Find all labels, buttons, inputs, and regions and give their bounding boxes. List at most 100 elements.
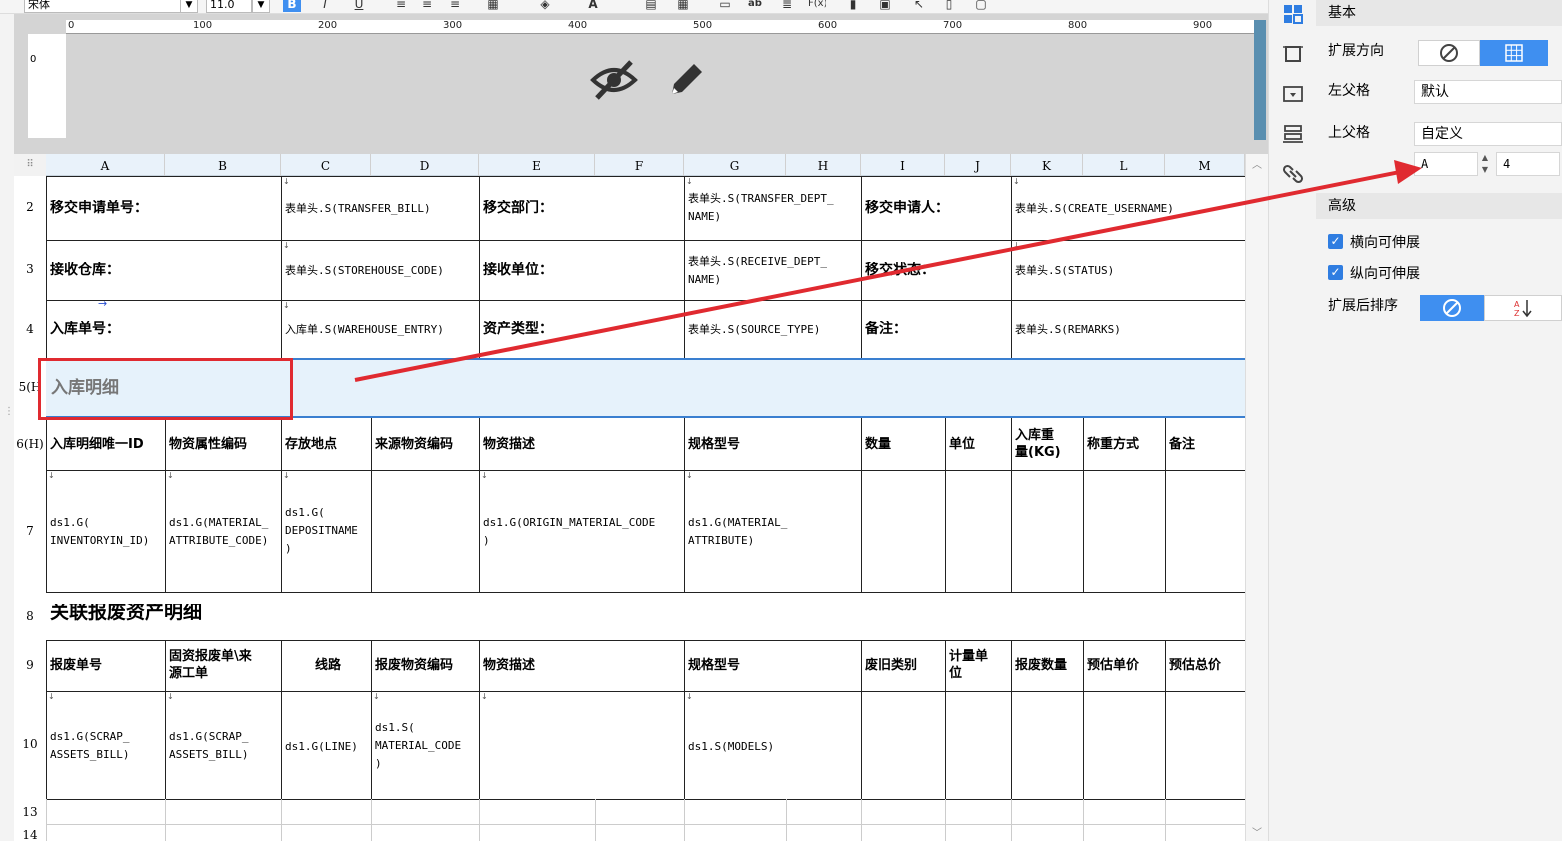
sort-ascending-toggle[interactable]: AZ xyxy=(1484,295,1562,321)
col-header-a[interactable]: A xyxy=(46,154,165,176)
cell-a3[interactable]: 接收仓库： xyxy=(47,262,281,279)
fill-color-icon[interactable]: ◈ xyxy=(536,0,554,12)
cell-c2[interactable]: 表单头.S(TRANSFER_BILL) xyxy=(282,200,479,218)
cell-k3[interactable]: 表单头.S(STATUS) xyxy=(1012,262,1245,280)
cell-g4[interactable]: 表单头.S(SOURCE_TYPE) xyxy=(685,321,861,339)
border-icon[interactable]: ▦ xyxy=(484,0,502,12)
cell-l9[interactable]: 预估单价 xyxy=(1084,657,1165,674)
formula-icon[interactable]: F(x) xyxy=(808,0,826,12)
cell-d9[interactable]: 报废物资编码 xyxy=(372,657,479,674)
font-color-icon[interactable]: A xyxy=(584,0,602,12)
eye-off-icon[interactable] xyxy=(589,58,639,102)
cell-e6[interactable]: 物资描述 xyxy=(480,436,684,453)
col-header-m[interactable]: M xyxy=(1165,154,1245,176)
col-header-c[interactable]: C xyxy=(281,154,371,176)
cell-i2[interactable]: 移交申请人： xyxy=(862,200,1011,217)
widget-settings-icon[interactable] xyxy=(1281,82,1305,106)
col-header-d[interactable]: D xyxy=(371,154,479,176)
cell-style-icon[interactable] xyxy=(1281,42,1305,66)
chart-icon[interactable]: ▮ xyxy=(844,0,862,12)
italic-icon[interactable]: I xyxy=(316,0,334,12)
row-header[interactable]: 4 xyxy=(14,322,46,336)
row-header[interactable]: 13 xyxy=(14,805,46,819)
chevron-down-icon[interactable]: ▼ xyxy=(252,0,270,13)
expand-none-toggle[interactable] xyxy=(1418,40,1480,66)
resize-grip-icon[interactable]: ⋮ xyxy=(4,406,14,417)
row-header[interactable]: 7 xyxy=(14,524,46,538)
cell-j9[interactable]: 计量单 位 xyxy=(946,648,1011,682)
column-stepper[interactable]: ▲ ▼ xyxy=(1478,152,1492,176)
custom-column-input[interactable]: A xyxy=(1414,152,1478,176)
cell-a6[interactable]: 入库明细唯一ID xyxy=(47,436,165,453)
page-header-band[interactable]: 0 100 200 300 400 500 600 700 800 900 0 xyxy=(14,14,1268,154)
col-header-g[interactable]: G xyxy=(684,154,786,176)
vertical-expand-checkbox[interactable]: ✓ xyxy=(1328,265,1343,280)
font-size-select[interactable]: 11.0 xyxy=(206,0,252,13)
row-header[interactable]: 8 xyxy=(14,609,46,623)
section-advanced-header[interactable]: 高级 xyxy=(1316,193,1562,219)
col-header-e[interactable]: E xyxy=(479,154,595,176)
sort-none-toggle[interactable] xyxy=(1420,295,1484,321)
cell-k9[interactable]: 报废数量 xyxy=(1012,657,1083,674)
cell-a8[interactable]: 关联报废资产明细 xyxy=(47,604,447,621)
cell-a9[interactable]: 报废单号 xyxy=(47,657,165,674)
cell-c10[interactable]: ds1.G(LINE) xyxy=(282,738,371,756)
cell-b10[interactable]: ds1.G(SCRAP_ ASSETS_BILL) xyxy=(166,728,281,764)
row-header[interactable]: 6(H) xyxy=(14,437,46,451)
header-scrollbar[interactable] xyxy=(1254,20,1266,140)
cell-g7[interactable]: ds1.G(MATERIAL_ ATTRIBUTE) xyxy=(685,514,861,550)
cell-d6[interactable]: 来源物资编码 xyxy=(372,436,479,453)
widget-icon[interactable]: ▢ xyxy=(972,0,990,12)
cell-c4[interactable]: 入库单.S(WAREHOUSE_ENTRY) xyxy=(282,321,479,339)
insert-row-icon[interactable]: ▭ xyxy=(716,0,734,12)
report-grid[interactable]: ⠿ A B C D E F G H I J K L M 2 3 4 5(H 6(… xyxy=(14,154,1268,841)
cell-j6[interactable]: 单位 xyxy=(946,436,1011,453)
cell-c3[interactable]: 表单头.S(STOREHOUSE_CODE) xyxy=(282,262,479,280)
horizontal-expand-checkbox[interactable]: ✓ xyxy=(1328,234,1343,249)
cell-b6[interactable]: 物资属性编码 xyxy=(166,436,281,453)
cell-g10[interactable]: ds1.S(MODELS) xyxy=(685,738,861,756)
cell-e7[interactable]: ds1.G(ORIGIN_MATERIAL_CODE ) xyxy=(480,514,684,550)
cell-e4[interactable]: 资产类型： xyxy=(480,321,684,338)
pencil-icon[interactable] xyxy=(664,58,708,102)
row-header[interactable]: 3 xyxy=(14,262,46,276)
link-icon[interactable]: ↖ xyxy=(910,0,928,12)
font-name-select[interactable]: 宋体 xyxy=(24,0,182,13)
cell-a4[interactable]: 入库单号： xyxy=(47,321,281,338)
cell-attributes-icon[interactable] xyxy=(1281,2,1305,26)
cell-e3[interactable]: 接收单位： xyxy=(480,262,684,279)
cell-k4[interactable]: 表单头.S(REMARKS) xyxy=(1012,321,1245,339)
col-header-i[interactable]: I xyxy=(861,154,945,176)
cell-g6[interactable]: 规格型号 xyxy=(685,436,861,453)
custom-row-input[interactable]: 4 xyxy=(1496,152,1560,176)
row-header[interactable]: 9 xyxy=(14,658,46,672)
cell-c7[interactable]: ds1.G( DEPOSITNAME ) xyxy=(282,504,371,558)
text-icon[interactable]: ab xyxy=(746,0,764,12)
row-header[interactable]: 2 xyxy=(14,200,46,214)
cell-m9[interactable]: 预估总价 xyxy=(1166,657,1245,674)
left-parent-select[interactable]: 默认 xyxy=(1414,80,1562,104)
scroll-down-icon[interactable]: ﹀ xyxy=(1252,824,1262,839)
cell-c9[interactable]: 线路 xyxy=(282,657,371,674)
cell-e9[interactable]: 物资描述 xyxy=(480,657,684,674)
paragraph-icon[interactable]: ≣ xyxy=(778,0,796,12)
cell-i9[interactable]: 废旧类别 xyxy=(862,657,945,674)
align-center-icon[interactable]: ≡ xyxy=(418,0,436,12)
condition-attributes-icon[interactable] xyxy=(1281,122,1305,146)
cell-g3[interactable]: 表单头.S(RECEIVE_DEPT_ NAME) xyxy=(685,253,861,289)
col-header-l[interactable]: L xyxy=(1083,154,1165,176)
vertical-scrollbar[interactable]: ︿ ﹀ xyxy=(1245,154,1268,841)
cell-i6[interactable]: 数量 xyxy=(862,436,945,453)
cell-k2[interactable]: 表单头.S(CREATE_USERNAME) xyxy=(1012,200,1245,218)
cell-d10[interactable]: ds1.S( MATERIAL_CODE ) xyxy=(372,719,479,773)
cell-l6[interactable]: 称重方式 xyxy=(1084,436,1165,453)
col-header-b[interactable]: B xyxy=(165,154,281,176)
cell-i4[interactable]: 备注： xyxy=(862,321,1011,338)
row-header[interactable]: 14 xyxy=(14,828,46,841)
image-icon[interactable]: ▣ xyxy=(876,0,894,12)
cell-g2[interactable]: 表单头.S(TRANSFER_DEPT_ NAME) xyxy=(685,190,861,226)
top-parent-select[interactable]: 自定义 xyxy=(1414,122,1562,146)
table-icon[interactable]: ▦ xyxy=(674,0,692,12)
align-right-icon[interactable]: ≡ xyxy=(446,0,464,12)
hyperlink-icon[interactable] xyxy=(1281,162,1305,186)
